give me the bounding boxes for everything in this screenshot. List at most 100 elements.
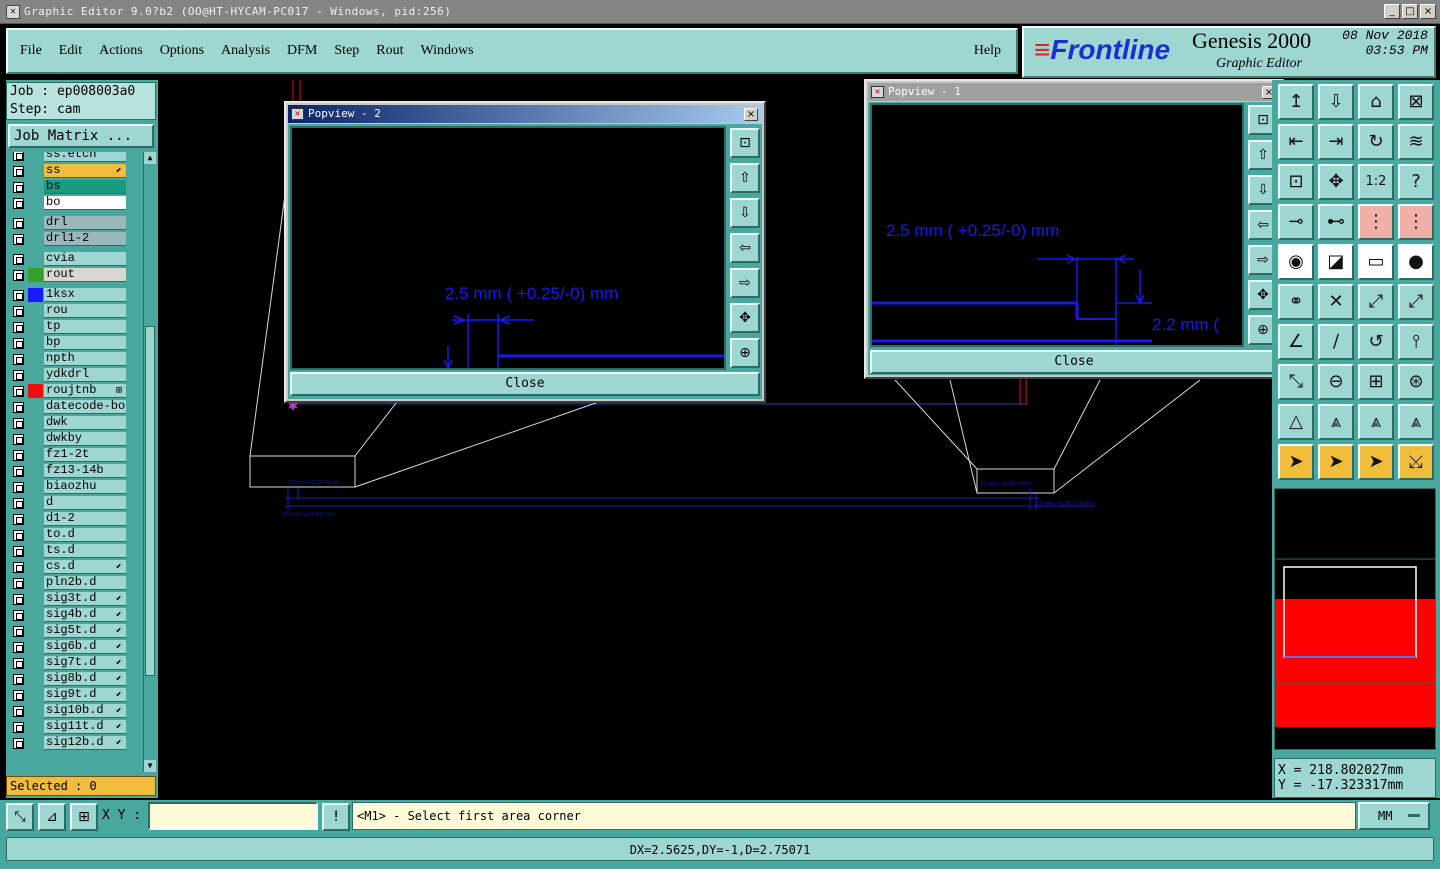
- layer-checkbox[interactable]: [13, 152, 24, 161]
- layer-row[interactable]: tp: [8, 320, 142, 334]
- popview-2-pan-right-icon[interactable]: ⇨: [730, 268, 760, 298]
- tool-button-30[interactable]: ⊖: [1318, 364, 1354, 400]
- layer-checkbox[interactable]: [13, 562, 24, 573]
- popview-2-fit-icon[interactable]: ✥: [730, 303, 760, 333]
- layer-checkbox[interactable]: [13, 706, 24, 717]
- layer-checkbox[interactable]: [13, 674, 24, 685]
- layer-row[interactable]: datecode-bo: [8, 400, 142, 414]
- layer-row[interactable]: bs: [8, 180, 142, 194]
- layer-row[interactable]: bp: [8, 336, 142, 350]
- tool-button-27[interactable]: ↺: [1358, 324, 1394, 360]
- layer-row[interactable]: to.d: [8, 528, 142, 542]
- tool-button-38[interactable]: ➤: [1318, 444, 1354, 480]
- layer-checkbox[interactable]: [13, 418, 24, 429]
- layer-name[interactable]: dwkby: [44, 432, 126, 446]
- tool-button-32[interactable]: ⊛: [1398, 364, 1434, 400]
- layer-checkbox[interactable]: [13, 354, 24, 365]
- layer-checkbox[interactable]: [13, 402, 24, 413]
- layer-row[interactable]: 1ksx: [8, 288, 142, 302]
- tool-button-40[interactable]: ⤩: [1398, 444, 1434, 480]
- layer-name[interactable]: sig9t.d: [44, 688, 126, 702]
- layer-name[interactable]: drl: [44, 216, 126, 230]
- layer-checkbox[interactable]: [13, 450, 24, 461]
- scroll-thumb[interactable]: [145, 326, 155, 676]
- popview-1-close-button[interactable]: Close: [870, 350, 1278, 374]
- menu-dfm[interactable]: DFM: [287, 43, 317, 59]
- layer-name[interactable]: fz1-2t: [44, 448, 126, 462]
- popview-2-close-button[interactable]: Close: [290, 372, 760, 396]
- xy-input[interactable]: [148, 802, 318, 830]
- tool-button-23[interactable]: ⤢: [1358, 284, 1394, 320]
- layer-name[interactable]: roujtnb: [44, 384, 126, 398]
- tool-button-37[interactable]: ➤: [1278, 444, 1314, 480]
- layer-checkbox[interactable]: [13, 738, 24, 749]
- layer-name[interactable]: ts.d: [44, 544, 126, 558]
- menu-actions[interactable]: Actions: [99, 43, 143, 59]
- layer-checkbox[interactable]: [13, 546, 24, 557]
- menu-step[interactable]: Step: [334, 43, 359, 59]
- layer-row[interactable]: fz1-2t: [8, 448, 142, 462]
- layer-row[interactable]: d1-2: [8, 512, 142, 526]
- tool-button-3[interactable]: ⌂: [1358, 84, 1394, 120]
- tool-button-29[interactable]: ⤡: [1278, 364, 1314, 400]
- menu-windows[interactable]: Windows: [421, 43, 474, 59]
- layer-name[interactable]: ydkdrl: [44, 368, 126, 382]
- layer-row[interactable]: sig6b.d ⬋: [8, 640, 142, 654]
- layer-row[interactable]: sig10b.d ⬋: [8, 704, 142, 718]
- layer-row[interactable]: d: [8, 496, 142, 510]
- layer-name[interactable]: npth: [44, 352, 126, 366]
- layer-row[interactable]: sig5t.d ⬋: [8, 624, 142, 638]
- job-matrix-button[interactable]: Job Matrix ...: [8, 124, 154, 148]
- layer-row[interactable]: drl: [8, 216, 142, 230]
- layer-name[interactable]: tp: [44, 320, 126, 334]
- layer-name[interactable]: 1ksx: [44, 288, 126, 302]
- layer-name[interactable]: rou: [44, 304, 126, 318]
- close-button[interactable]: ×: [1420, 4, 1436, 19]
- layer-name[interactable]: d1-2: [44, 512, 126, 526]
- window-titlebar[interactable]: ✕ Graphic Editor 9.0?b2 (OO@HT-HYCAM-PC0…: [0, 0, 1440, 24]
- tool-button-13[interactable]: ⊸: [1278, 204, 1314, 240]
- layer-checkbox[interactable]: [13, 234, 24, 245]
- tool-button-34[interactable]: ⩓: [1318, 404, 1354, 440]
- layer-name[interactable]: fz13-14b: [44, 464, 126, 478]
- layer-list-scrollbar[interactable]: ▲ ▼: [143, 152, 156, 772]
- layer-checkbox[interactable]: [13, 722, 24, 733]
- layer-name[interactable]: sig4b.d: [44, 608, 126, 622]
- tool-button-18[interactable]: ◪: [1318, 244, 1354, 280]
- layer-name[interactable]: sig6b.d: [44, 640, 126, 654]
- layer-name[interactable]: sig7t.d: [44, 656, 126, 670]
- layer-checkbox[interactable]: [13, 642, 24, 653]
- tool-button-2[interactable]: ⇩: [1318, 84, 1354, 120]
- layer-row[interactable]: sig8b.d ⬋: [8, 672, 142, 686]
- layer-name[interactable]: sig10b.d: [44, 704, 126, 718]
- tool-button-16[interactable]: ⋮: [1398, 204, 1434, 240]
- tool-button-11[interactable]: 1:2: [1358, 164, 1394, 200]
- app-icon[interactable]: ✕: [6, 4, 20, 19]
- layer-row[interactable]: pln2b.d: [8, 576, 142, 590]
- menu-rout[interactable]: Rout: [376, 43, 403, 59]
- popview-2-close-icon[interactable]: ×: [744, 108, 758, 121]
- layer-checkbox[interactable]: [13, 370, 24, 381]
- menu-analysis[interactable]: Analysis: [221, 43, 270, 59]
- layer-checkbox[interactable]: [13, 498, 24, 509]
- layer-checkbox[interactable]: [13, 434, 24, 445]
- layer-row[interactable]: cs.d ⬋: [8, 560, 142, 574]
- minimize-button[interactable]: _: [1384, 4, 1400, 19]
- layer-row[interactable]: dwk: [8, 416, 142, 430]
- tool-button-35[interactable]: ⩓: [1358, 404, 1394, 440]
- layer-name[interactable]: ss: [44, 164, 126, 178]
- menu-file[interactable]: File: [20, 43, 42, 59]
- maximize-button[interactable]: □: [1402, 4, 1418, 19]
- layer-checkbox[interactable]: [13, 254, 24, 265]
- scroll-down-icon[interactable]: ▼: [144, 760, 156, 772]
- tool-button-15[interactable]: ⋮: [1358, 204, 1394, 240]
- layer-checkbox[interactable]: [13, 530, 24, 541]
- layer-name[interactable]: sig11t.d: [44, 720, 126, 734]
- popview-1-screen[interactable]: 2.5 mm ( +0.25/-0) mm 2.2 mm (: [870, 103, 1244, 347]
- layer-row[interactable]: fz13-14b: [8, 464, 142, 478]
- layer-name[interactable]: sig8b.d: [44, 672, 126, 686]
- layer-checkbox[interactable]: [13, 218, 24, 229]
- tool-button-31[interactable]: ⊞: [1358, 364, 1394, 400]
- layer-checkbox[interactable]: [13, 626, 24, 637]
- layer-name[interactable]: datecode-bo: [44, 400, 126, 414]
